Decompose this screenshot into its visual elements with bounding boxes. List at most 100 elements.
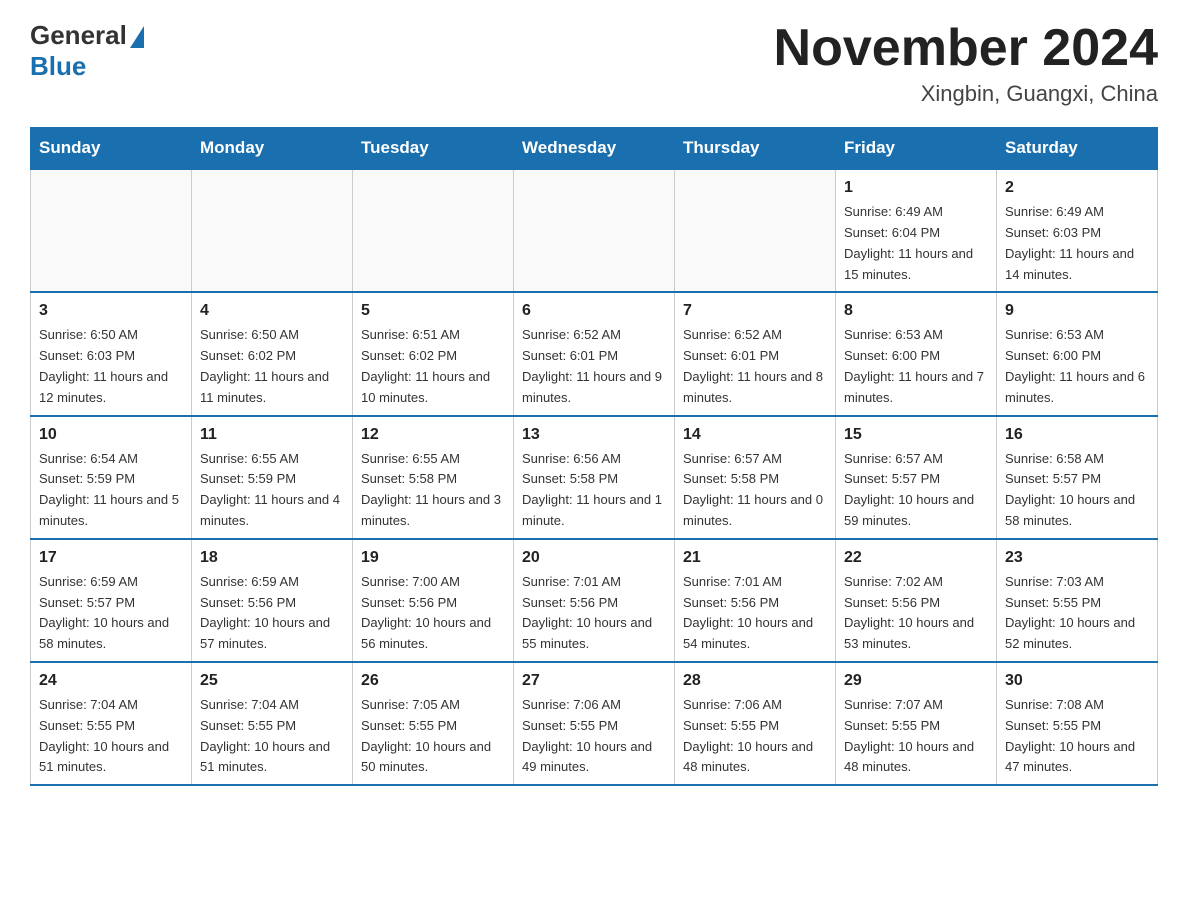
calendar-cell bbox=[192, 169, 353, 292]
day-number: 16 bbox=[1005, 423, 1149, 447]
day-info: Sunrise: 6:51 AM Sunset: 6:02 PM Dayligh… bbox=[361, 325, 505, 408]
day-info: Sunrise: 7:05 AM Sunset: 5:55 PM Dayligh… bbox=[361, 695, 505, 778]
day-info: Sunrise: 6:49 AM Sunset: 6:04 PM Dayligh… bbox=[844, 202, 988, 285]
calendar-cell: 22Sunrise: 7:02 AM Sunset: 5:56 PM Dayli… bbox=[836, 539, 997, 662]
calendar-cell: 28Sunrise: 7:06 AM Sunset: 5:55 PM Dayli… bbox=[675, 662, 836, 785]
logo-general-text: General bbox=[30, 20, 127, 51]
month-title: November 2024 bbox=[774, 20, 1158, 77]
calendar-weekday-friday: Friday bbox=[836, 128, 997, 170]
calendar-cell: 1Sunrise: 6:49 AM Sunset: 6:04 PM Daylig… bbox=[836, 169, 997, 292]
calendar-cell: 18Sunrise: 6:59 AM Sunset: 5:56 PM Dayli… bbox=[192, 539, 353, 662]
calendar-cell: 11Sunrise: 6:55 AM Sunset: 5:59 PM Dayli… bbox=[192, 416, 353, 539]
page-header: General Blue November 2024 Xingbin, Guan… bbox=[30, 20, 1158, 107]
calendar-week-3: 10Sunrise: 6:54 AM Sunset: 5:59 PM Dayli… bbox=[31, 416, 1158, 539]
calendar-header-row: SundayMondayTuesdayWednesdayThursdayFrid… bbox=[31, 128, 1158, 170]
day-number: 24 bbox=[39, 669, 183, 693]
calendar-cell: 13Sunrise: 6:56 AM Sunset: 5:58 PM Dayli… bbox=[514, 416, 675, 539]
logo-triangle-icon bbox=[130, 26, 144, 48]
calendar-week-4: 17Sunrise: 6:59 AM Sunset: 5:57 PM Dayli… bbox=[31, 539, 1158, 662]
day-number: 17 bbox=[39, 546, 183, 570]
day-info: Sunrise: 6:52 AM Sunset: 6:01 PM Dayligh… bbox=[683, 325, 827, 408]
calendar-cell: 6Sunrise: 6:52 AM Sunset: 6:01 PM Daylig… bbox=[514, 292, 675, 415]
day-number: 29 bbox=[844, 669, 988, 693]
day-info: Sunrise: 6:57 AM Sunset: 5:58 PM Dayligh… bbox=[683, 449, 827, 532]
calendar-week-1: 1Sunrise: 6:49 AM Sunset: 6:04 PM Daylig… bbox=[31, 169, 1158, 292]
day-info: Sunrise: 7:01 AM Sunset: 5:56 PM Dayligh… bbox=[683, 572, 827, 655]
calendar-week-5: 24 Sunrise: 7:04 AM Sunset: 5:55 PM Dayli… bbox=[31, 662, 1158, 785]
day-number: 13 bbox=[522, 423, 666, 447]
day-number: 18 bbox=[200, 546, 344, 570]
day-info: Sunrise: 7:06 AM Sunset: 5:55 PM Dayligh… bbox=[683, 695, 827, 778]
day-number: 22 bbox=[844, 546, 988, 570]
calendar-cell: 14Sunrise: 6:57 AM Sunset: 5:58 PM Dayli… bbox=[675, 416, 836, 539]
day-info: Sunrise: 6:55 AM Sunset: 5:58 PM Dayligh… bbox=[361, 449, 505, 532]
day-number: 3 bbox=[39, 299, 183, 323]
day-number: 21 bbox=[683, 546, 827, 570]
calendar-table: SundayMondayTuesdayWednesdayThursdayFrid… bbox=[30, 127, 1158, 786]
logo: General Blue bbox=[30, 20, 144, 82]
location-text: Xingbin, Guangxi, China bbox=[774, 81, 1158, 107]
calendar-cell: 15Sunrise: 6:57 AM Sunset: 5:57 PM Dayli… bbox=[836, 416, 997, 539]
calendar-cell: 27Sunrise: 7:06 AM Sunset: 5:55 PM Dayli… bbox=[514, 662, 675, 785]
day-info: Sunrise: 6:59 AM Sunset: 5:56 PM Dayligh… bbox=[200, 572, 344, 655]
calendar-cell: 17Sunrise: 6:59 AM Sunset: 5:57 PM Dayli… bbox=[31, 539, 192, 662]
calendar-cell: 5Sunrise: 6:51 AM Sunset: 6:02 PM Daylig… bbox=[353, 292, 514, 415]
day-info: Sunrise: 7:00 AM Sunset: 5:56 PM Dayligh… bbox=[361, 572, 505, 655]
day-info: Sunrise: 6:50 AM Sunset: 6:02 PM Dayligh… bbox=[200, 325, 344, 408]
calendar-cell: 30Sunrise: 7:08 AM Sunset: 5:55 PM Dayli… bbox=[997, 662, 1158, 785]
calendar-cell: 19Sunrise: 7:00 AM Sunset: 5:56 PM Dayli… bbox=[353, 539, 514, 662]
day-info: Sunrise: 6:58 AM Sunset: 5:57 PM Dayligh… bbox=[1005, 449, 1149, 532]
day-info: Sunrise: 6:56 AM Sunset: 5:58 PM Dayligh… bbox=[522, 449, 666, 532]
day-info: Sunrise: 6:53 AM Sunset: 6:00 PM Dayligh… bbox=[1005, 325, 1149, 408]
day-info: Sunrise: 7:06 AM Sunset: 5:55 PM Dayligh… bbox=[522, 695, 666, 778]
calendar-cell bbox=[31, 169, 192, 292]
day-info: Sunrise: 7:03 AM Sunset: 5:55 PM Dayligh… bbox=[1005, 572, 1149, 655]
day-info: Sunrise: 7:07 AM Sunset: 5:55 PM Dayligh… bbox=[844, 695, 988, 778]
day-number: 27 bbox=[522, 669, 666, 693]
calendar-cell: 20Sunrise: 7:01 AM Sunset: 5:56 PM Dayli… bbox=[514, 539, 675, 662]
calendar-cell: 12Sunrise: 6:55 AM Sunset: 5:58 PM Dayli… bbox=[353, 416, 514, 539]
calendar-cell: 9Sunrise: 6:53 AM Sunset: 6:00 PM Daylig… bbox=[997, 292, 1158, 415]
day-info: Sunrise: 6:54 AM Sunset: 5:59 PM Dayligh… bbox=[39, 449, 183, 532]
calendar-cell: 4Sunrise: 6:50 AM Sunset: 6:02 PM Daylig… bbox=[192, 292, 353, 415]
day-number: 20 bbox=[522, 546, 666, 570]
day-info: Sunrise: 6:50 AM Sunset: 6:03 PM Dayligh… bbox=[39, 325, 183, 408]
calendar-cell: 8Sunrise: 6:53 AM Sunset: 6:00 PM Daylig… bbox=[836, 292, 997, 415]
day-number: 28 bbox=[683, 669, 827, 693]
calendar-cell: 3Sunrise: 6:50 AM Sunset: 6:03 PM Daylig… bbox=[31, 292, 192, 415]
calendar-cell: 24Sunrise: 7:04 AM Sunset: 5:55 PM Dayli… bbox=[31, 662, 192, 785]
day-info: Sunrise: 6:59 AM Sunset: 5:57 PM Dayligh… bbox=[39, 572, 183, 655]
calendar-cell: 7Sunrise: 6:52 AM Sunset: 6:01 PM Daylig… bbox=[675, 292, 836, 415]
calendar-cell: 23Sunrise: 7:03 AM Sunset: 5:55 PM Dayli… bbox=[997, 539, 1158, 662]
day-info: Sunrise: 7:04 AM Sunset: 5:55 PM Dayligh… bbox=[200, 695, 344, 778]
day-number: 2 bbox=[1005, 176, 1149, 200]
day-number: 4 bbox=[200, 299, 344, 323]
calendar-cell: 2Sunrise: 6:49 AM Sunset: 6:03 PM Daylig… bbox=[997, 169, 1158, 292]
logo-blue-text: Blue bbox=[30, 51, 86, 82]
calendar-weekday-tuesday: Tuesday bbox=[353, 128, 514, 170]
day-number: 10 bbox=[39, 423, 183, 447]
calendar-cell bbox=[675, 169, 836, 292]
calendar-weekday-saturday: Saturday bbox=[997, 128, 1158, 170]
calendar-cell: 26Sunrise: 7:05 AM Sunset: 5:55 PM Dayli… bbox=[353, 662, 514, 785]
day-info: Sunrise: 6:57 AM Sunset: 5:57 PM Dayligh… bbox=[844, 449, 988, 532]
calendar-cell: 21Sunrise: 7:01 AM Sunset: 5:56 PM Dayli… bbox=[675, 539, 836, 662]
title-area: November 2024 Xingbin, Guangxi, China bbox=[774, 20, 1158, 107]
day-number: 6 bbox=[522, 299, 666, 323]
calendar-weekday-wednesday: Wednesday bbox=[514, 128, 675, 170]
calendar-cell: 16Sunrise: 6:58 AM Sunset: 5:57 PM Dayli… bbox=[997, 416, 1158, 539]
day-number: 7 bbox=[683, 299, 827, 323]
calendar-weekday-monday: Monday bbox=[192, 128, 353, 170]
day-info: Sunrise: 7:01 AM Sunset: 5:56 PM Dayligh… bbox=[522, 572, 666, 655]
day-number: 11 bbox=[200, 423, 344, 447]
calendar-cell: 25Sunrise: 7:04 AM Sunset: 5:55 PM Dayli… bbox=[192, 662, 353, 785]
day-number: 9 bbox=[1005, 299, 1149, 323]
day-number: 12 bbox=[361, 423, 505, 447]
calendar-cell: 29Sunrise: 7:07 AM Sunset: 5:55 PM Dayli… bbox=[836, 662, 997, 785]
day-number: 26 bbox=[361, 669, 505, 693]
calendar-cell bbox=[514, 169, 675, 292]
day-number: 30 bbox=[1005, 669, 1149, 693]
day-info: Sunrise: 6:49 AM Sunset: 6:03 PM Dayligh… bbox=[1005, 202, 1149, 285]
day-info: Sunrise: 6:55 AM Sunset: 5:59 PM Dayligh… bbox=[200, 449, 344, 532]
calendar-week-2: 3Sunrise: 6:50 AM Sunset: 6:03 PM Daylig… bbox=[31, 292, 1158, 415]
